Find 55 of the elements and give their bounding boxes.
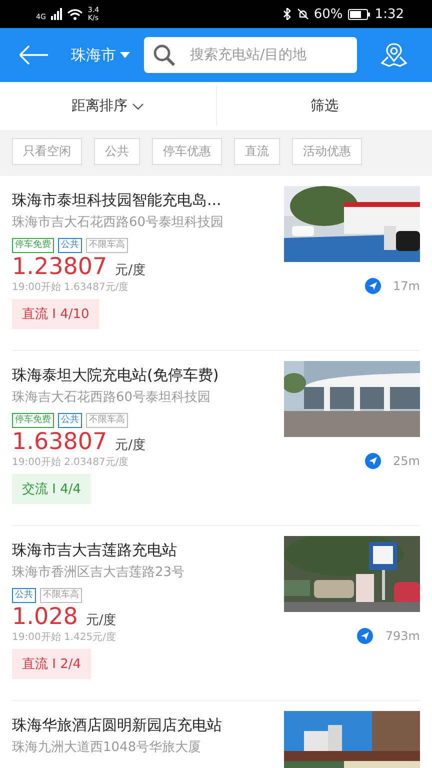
charger-availability: 直流 I 4/10 [12,299,100,329]
station-address: 珠海九洲大道西1048号华旅大厦 [12,739,202,757]
battery-percent: 60% [314,6,343,22]
muted-bell-icon [296,8,309,20]
later-price: 19:00开始 1.425元/度 [12,630,116,644]
charger-availability: 交流 I 4/4 [12,474,92,504]
city-selector[interactable]: 珠海市 [71,46,130,64]
filter-chip[interactable]: 只看空闲 [12,138,82,164]
price-value: 1.028 [12,604,78,630]
tag-label: 停车免费 [12,413,54,428]
signal-icon [50,8,62,20]
charger-availability: 直流 I 2/4 [12,649,92,679]
tag-label: 停车免费 [12,238,54,253]
tag-label: 公共 [12,588,36,603]
price-unit: 元/度 [115,437,146,454]
search-icon [153,44,175,66]
clock-time: 1:32 [374,6,404,22]
filter-button[interactable]: 筛选 [216,82,432,130]
wifi-icon [66,8,83,20]
chevron-down-icon [132,102,144,110]
price-unit: 元/度 [115,262,146,279]
navigation-icon[interactable] [357,628,374,644]
price-value: 1.63807 [12,429,108,455]
caret-icon [120,52,130,58]
filter-chip[interactable]: 直流 [234,138,280,164]
tag-label: 公共 [58,413,82,428]
bluetooth-icon [282,8,292,20]
later-price: 19:00开始 2.03487元/度 [12,456,129,469]
later-price: 19:00开始 1.63487元/度 [12,280,129,294]
map-pin-icon[interactable] [380,42,408,68]
station-name: 珠海市吉大吉莲路充电站 [12,540,177,561]
station-address: 珠海市香洲区吉大吉莲路23号 [12,564,185,582]
distance-label: 17m [393,279,420,293]
search-field[interactable]: 搜索充电站/目的地 [144,37,357,73]
tag-label: 公共 [58,238,82,253]
back-arrow-icon[interactable] [18,45,49,65]
tag-label: 不限车高 [40,588,82,603]
tag-label: 不限车高 [86,413,128,428]
station-name: 珠海泰坦大院充电站(免停车费) [12,365,219,386]
navigation-icon[interactable] [365,453,382,469]
tag-label: 不限车高 [86,238,128,253]
distance-label: 25m [393,454,420,468]
filter-chip[interactable]: 公共 [94,138,140,164]
station-name: 珠海市泰坦科技园智能充电岛... [12,190,222,211]
station-address: 珠海市吉大石花西路60号泰坦科技园 [12,214,224,232]
navigation-icon[interactable] [365,278,382,294]
filter-chip[interactable]: 停车优惠 [152,138,222,164]
distance-label: 793m [385,629,420,643]
price-value: 1.23807 [12,254,108,280]
station-name: 珠海华旅酒店圆明新园店充电站 [12,715,222,736]
price-unit: 元/度 [86,612,116,629]
sort-dropdown[interactable]: 距离排序 [0,82,216,130]
filter-chip[interactable]: 活动优惠 [292,138,362,164]
station-address: 珠海吉大石花西路60号泰坦科技园 [12,389,211,407]
battery-icon [348,8,370,20]
